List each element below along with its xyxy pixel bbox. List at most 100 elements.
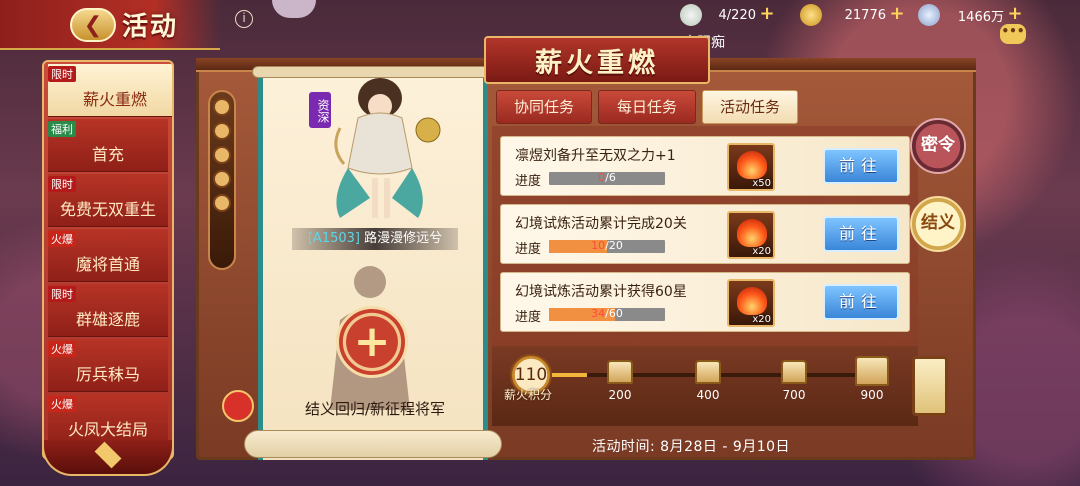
sidebar-tag: 限时 bbox=[48, 176, 76, 192]
reward-count: x20 bbox=[752, 246, 771, 257]
tab-collab[interactable]: 协同任务 bbox=[496, 90, 592, 124]
progress-bar: 10/20 bbox=[549, 239, 665, 253]
sidebar-item-qunxiong[interactable]: 限时 群雄逐鹿 bbox=[48, 284, 168, 337]
mascot-icon[interactable] bbox=[222, 390, 254, 422]
sidebar-tag: 火爆 bbox=[48, 231, 76, 247]
progress-bar: 34/60 bbox=[549, 307, 665, 321]
chat-icon[interactable]: ••• bbox=[1000, 24, 1026, 44]
sidebar-item-shouchong[interactable]: 福利 首充 bbox=[48, 119, 168, 172]
stamina-resource: 4/220 + bbox=[680, 4, 775, 26]
progress-label: 进度 bbox=[515, 310, 542, 325]
chest-icon bbox=[781, 360, 807, 384]
coin-icon bbox=[213, 194, 231, 212]
back-button[interactable]: ❮ bbox=[70, 8, 116, 42]
secret-order-button[interactable]: 密令 bbox=[910, 118, 966, 174]
sidebar-tag: 火爆 bbox=[48, 396, 76, 412]
sidebar-tag: 火爆 bbox=[48, 341, 76, 357]
flame-icon bbox=[737, 287, 767, 315]
sidebar-item-label: 群雄逐鹿 bbox=[75, 310, 140, 329]
flame-icon bbox=[737, 219, 767, 247]
sidebar-item-label: 魔将首通 bbox=[75, 255, 140, 274]
silver-resource: 1466万 + bbox=[918, 4, 1023, 26]
sidebar-item-label: 免费无双重生 bbox=[59, 200, 156, 219]
quality-badge: 资深 bbox=[309, 92, 331, 128]
activity-time: 活动时间: 8月28日 - 9月10日 bbox=[592, 439, 791, 455]
reward-item[interactable]: x20 bbox=[727, 211, 775, 259]
add-stamina-button[interactable]: + bbox=[759, 5, 775, 23]
sidebar-item-wushuang[interactable]: 限时 免费无双重生 bbox=[48, 174, 168, 227]
go-button[interactable]: 前往 bbox=[823, 148, 899, 184]
coin-icon bbox=[213, 146, 231, 164]
task-row: 幻境试炼活动累计获得60星 进度 34/60 x20 前往 bbox=[500, 272, 910, 332]
coin-icon bbox=[213, 170, 231, 188]
sidebar-item-label: 薪火重燃 bbox=[82, 90, 147, 109]
sidebar-item-mojiang[interactable]: 火爆 魔将首通 bbox=[48, 229, 168, 282]
gold-resource: 21776 + bbox=[800, 4, 905, 26]
recruit-label: 结义回归/新征程将军 bbox=[304, 400, 446, 418]
gold-icon bbox=[800, 4, 822, 26]
scroll-rod-bottom bbox=[244, 430, 502, 458]
milestone-value: 400 bbox=[696, 388, 720, 402]
sidebar-item-label: 火凤大结局 bbox=[67, 420, 148, 439]
sidebar-tag: 福利 bbox=[48, 121, 76, 137]
milestone-value: 200 bbox=[608, 388, 632, 402]
info-icon[interactable]: i bbox=[235, 10, 253, 28]
lantern-icon bbox=[912, 356, 948, 416]
reward-count: x50 bbox=[752, 178, 771, 189]
coin-icon bbox=[213, 122, 231, 140]
progress-text: 34/60 bbox=[591, 307, 623, 320]
silver-icon bbox=[918, 4, 940, 26]
reward-count: x20 bbox=[752, 314, 771, 325]
add-gold-button[interactable]: + bbox=[889, 5, 905, 23]
go-button[interactable]: 前往 bbox=[823, 216, 899, 252]
sidebar-tag: 限时 bbox=[48, 66, 76, 82]
tab-daily[interactable]: 每日任务 bbox=[598, 90, 696, 124]
recruit-plus-button[interactable]: + bbox=[336, 306, 408, 378]
coin-icon bbox=[213, 98, 231, 116]
chest-icon bbox=[695, 360, 721, 384]
coin-pillar bbox=[208, 90, 236, 270]
diamond-icon bbox=[94, 441, 122, 469]
add-silver-button[interactable]: + bbox=[1007, 5, 1023, 23]
reward-item[interactable]: x50 bbox=[727, 143, 775, 191]
back-arrow-icon: ❮ bbox=[83, 12, 103, 38]
task-title: 幻境试炼活动累计获得60星 bbox=[515, 284, 687, 300]
page-title: 活动 bbox=[122, 12, 179, 42]
sidebar-footer bbox=[42, 440, 174, 476]
gold-value: 21776 bbox=[844, 7, 886, 23]
task-row: 幻境试炼活动累计完成20关 进度 10/20 x20 前往 bbox=[500, 204, 910, 264]
flame-icon bbox=[737, 151, 767, 179]
stamina-icon bbox=[680, 4, 702, 26]
go-button[interactable]: 前往 bbox=[823, 284, 899, 320]
stamina-value: 4/220 bbox=[718, 7, 756, 23]
progress-text: 10/20 bbox=[591, 239, 623, 252]
sworn-brotherhood-button[interactable]: 结义 bbox=[910, 196, 966, 252]
progress-label: 进度 bbox=[515, 174, 542, 189]
activity-sidebar: 限时 薪火重燃 福利 首充 限时 免费无双重生 火爆 魔将首通 限时 群雄逐鹿 … bbox=[42, 60, 174, 460]
points-label: 薪火积分 bbox=[504, 388, 553, 402]
sidebar-item-xinhuo[interactable]: 限时 薪火重燃 bbox=[48, 64, 172, 117]
sidebar-item-libing[interactable]: 火爆 厉兵秣马 bbox=[48, 339, 168, 392]
reward-item[interactable]: x20 bbox=[727, 279, 775, 327]
progress-bar: 0/6 bbox=[549, 171, 665, 185]
plus-icon: + bbox=[353, 316, 391, 367]
milestone-value: 900 bbox=[860, 388, 884, 402]
sidebar-tag: 限时 bbox=[48, 286, 76, 302]
task-title: 凛煜刘备升至无双之力+1 bbox=[515, 148, 676, 164]
milestone-chest[interactable]: 700 bbox=[774, 360, 814, 402]
silver-value: 1466万 bbox=[957, 9, 1004, 25]
event-title-banner: 薪火重燃 bbox=[484, 36, 710, 84]
hero-code: [A1503] bbox=[307, 231, 360, 246]
milestone-chest[interactable]: 200 bbox=[600, 360, 640, 402]
hero-name-bar: [A1503] 路漫漫修远兮 bbox=[292, 228, 458, 250]
progress-label: 进度 bbox=[515, 242, 542, 257]
milestone-chest[interactable]: 400 bbox=[688, 360, 728, 402]
progress-text: 0/6 bbox=[598, 171, 616, 184]
milestone-chest[interactable]: 900 bbox=[852, 356, 892, 402]
sidebar-item-label: 首充 bbox=[91, 145, 124, 164]
hero-name: 路漫漫修远兮 bbox=[364, 231, 443, 246]
chest-icon bbox=[607, 360, 633, 384]
big-chest-icon bbox=[855, 356, 889, 386]
tab-event[interactable]: 活动任务 bbox=[702, 90, 798, 124]
milestone-value: 700 bbox=[782, 388, 806, 402]
